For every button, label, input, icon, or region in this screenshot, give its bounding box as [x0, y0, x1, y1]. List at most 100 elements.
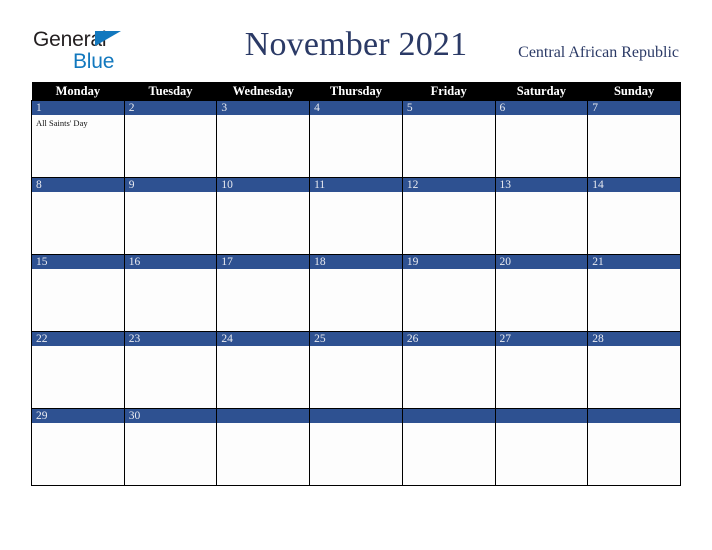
weekday-header-saturday: Saturday: [495, 82, 588, 101]
day-cell-content: [310, 409, 402, 485]
day-cell-content: 22: [32, 332, 124, 408]
day-cell-content: [588, 409, 680, 485]
day-number: 9: [124, 178, 217, 192]
day-number: 13: [495, 178, 588, 192]
holiday-label: All Saints' Day: [36, 118, 88, 128]
calendar-day-cell[interactable]: 10: [216, 177, 311, 255]
day-cell-content: 27: [495, 332, 588, 408]
calendar-day-cell[interactable]: 2: [123, 100, 218, 178]
weekday-header-monday: Monday: [31, 82, 125, 101]
day-cell-content: 11: [310, 178, 402, 254]
calendar-day-cell[interactable]: 16: [123, 254, 218, 332]
calendar-day-cell[interactable]: [587, 408, 681, 486]
calendar-day-cell[interactable]: 21: [587, 254, 681, 332]
day-cell-content: 26: [402, 332, 495, 408]
calendar-day-cell[interactable]: 29: [31, 408, 125, 486]
day-events: [125, 192, 217, 195]
day-events: [403, 115, 495, 118]
calendar-day-cell[interactable]: 5: [401, 100, 496, 178]
calendar-day-cell[interactable]: 3: [216, 100, 311, 178]
calendar-day-cell[interactable]: 22: [31, 331, 125, 409]
day-number: [310, 409, 402, 423]
day-number: 22: [32, 332, 124, 346]
calendar-day-cell[interactable]: 8: [31, 177, 125, 255]
day-number: [495, 409, 588, 423]
day-cell-content: [217, 409, 310, 485]
calendar-day-cell[interactable]: 1 All Saints' Day: [31, 100, 125, 178]
calendar-day-cell[interactable]: [494, 408, 589, 486]
day-cell-content: 4: [310, 101, 402, 177]
day-events: [496, 346, 588, 349]
day-cell-content: [402, 409, 495, 485]
day-events: [217, 346, 309, 349]
day-number: 1: [32, 101, 124, 115]
day-cell-content: 21: [588, 255, 680, 331]
day-cell-content: 16: [124, 255, 217, 331]
calendar-week-row: 22 23 24 25 26 27 28: [31, 331, 681, 409]
calendar-day-cell[interactable]: 28: [587, 331, 681, 409]
day-number: 17: [217, 255, 310, 269]
day-number: 26: [402, 332, 495, 346]
calendar-day-cell[interactable]: 20: [494, 254, 589, 332]
weekday-header-sunday: Sunday: [587, 82, 681, 101]
calendar-day-cell[interactable]: 14: [587, 177, 681, 255]
weekday-header-tuesday: Tuesday: [124, 82, 217, 101]
calendar-day-cell[interactable]: 27: [494, 331, 589, 409]
day-number: 14: [588, 178, 680, 192]
day-number: 15: [32, 255, 124, 269]
day-events: [310, 115, 402, 118]
calendar-day-cell[interactable]: 7: [587, 100, 681, 178]
day-events: [217, 192, 309, 195]
calendar-week-row: 1 All Saints' Day 2 3 4 5 6 7: [31, 100, 681, 178]
calendar-day-cell[interactable]: 26: [401, 331, 496, 409]
day-events: [496, 423, 588, 426]
calendar-day-cell[interactable]: 19: [401, 254, 496, 332]
calendar-week-row: 15 16 17 18 19 20 21: [31, 254, 681, 332]
weekday-header-thursday: Thursday: [309, 82, 403, 101]
calendar-day-cell[interactable]: 4: [309, 100, 403, 178]
day-cell-content: 25: [310, 332, 402, 408]
calendar-day-cell[interactable]: 6: [494, 100, 589, 178]
calendar-day-cell[interactable]: 13: [494, 177, 589, 255]
calendar-day-cell[interactable]: 11: [309, 177, 403, 255]
day-number: 11: [310, 178, 402, 192]
calendar-day-cell[interactable]: [309, 408, 403, 486]
day-number: 12: [402, 178, 495, 192]
day-cell-content: 2: [124, 101, 217, 177]
calendar-day-cell[interactable]: [401, 408, 496, 486]
calendar-day-cell[interactable]: 17: [216, 254, 311, 332]
day-number: 7: [588, 101, 680, 115]
calendar-day-cell[interactable]: 18: [309, 254, 403, 332]
calendar-day-cell[interactable]: 12: [401, 177, 496, 255]
day-cell-content: 24: [217, 332, 310, 408]
calendar-day-cell[interactable]: 25: [309, 331, 403, 409]
day-cell-content: 8: [32, 178, 124, 254]
day-events: [217, 423, 309, 426]
day-cell-content: 7: [588, 101, 680, 177]
day-events: [310, 423, 402, 426]
day-number: 8: [32, 178, 124, 192]
day-cell-content: 29: [32, 409, 124, 485]
calendar-day-cell[interactable]: 15: [31, 254, 125, 332]
day-cell-content: 6: [495, 101, 588, 177]
calendar-day-cell[interactable]: 30: [123, 408, 218, 486]
day-number: 5: [402, 101, 495, 115]
day-cell-content: 10: [217, 178, 310, 254]
day-number: [402, 409, 495, 423]
day-cell-content: 23: [124, 332, 217, 408]
day-cell-content: 15: [32, 255, 124, 331]
day-number: 20: [495, 255, 588, 269]
day-events: [496, 192, 588, 195]
day-events: [125, 115, 217, 118]
calendar-day-cell[interactable]: 9: [123, 177, 218, 255]
day-events: [217, 115, 309, 118]
calendar-day-cell[interactable]: 24: [216, 331, 311, 409]
calendar-day-cell[interactable]: 23: [123, 331, 218, 409]
calendar-day-cell[interactable]: [216, 408, 311, 486]
day-events: [588, 115, 680, 118]
day-cell-content: 13: [495, 178, 588, 254]
day-events: [403, 346, 495, 349]
day-events: [310, 346, 402, 349]
day-number: 4: [310, 101, 402, 115]
page-header: General Blue November 2021 Central Afric…: [0, 0, 712, 82]
